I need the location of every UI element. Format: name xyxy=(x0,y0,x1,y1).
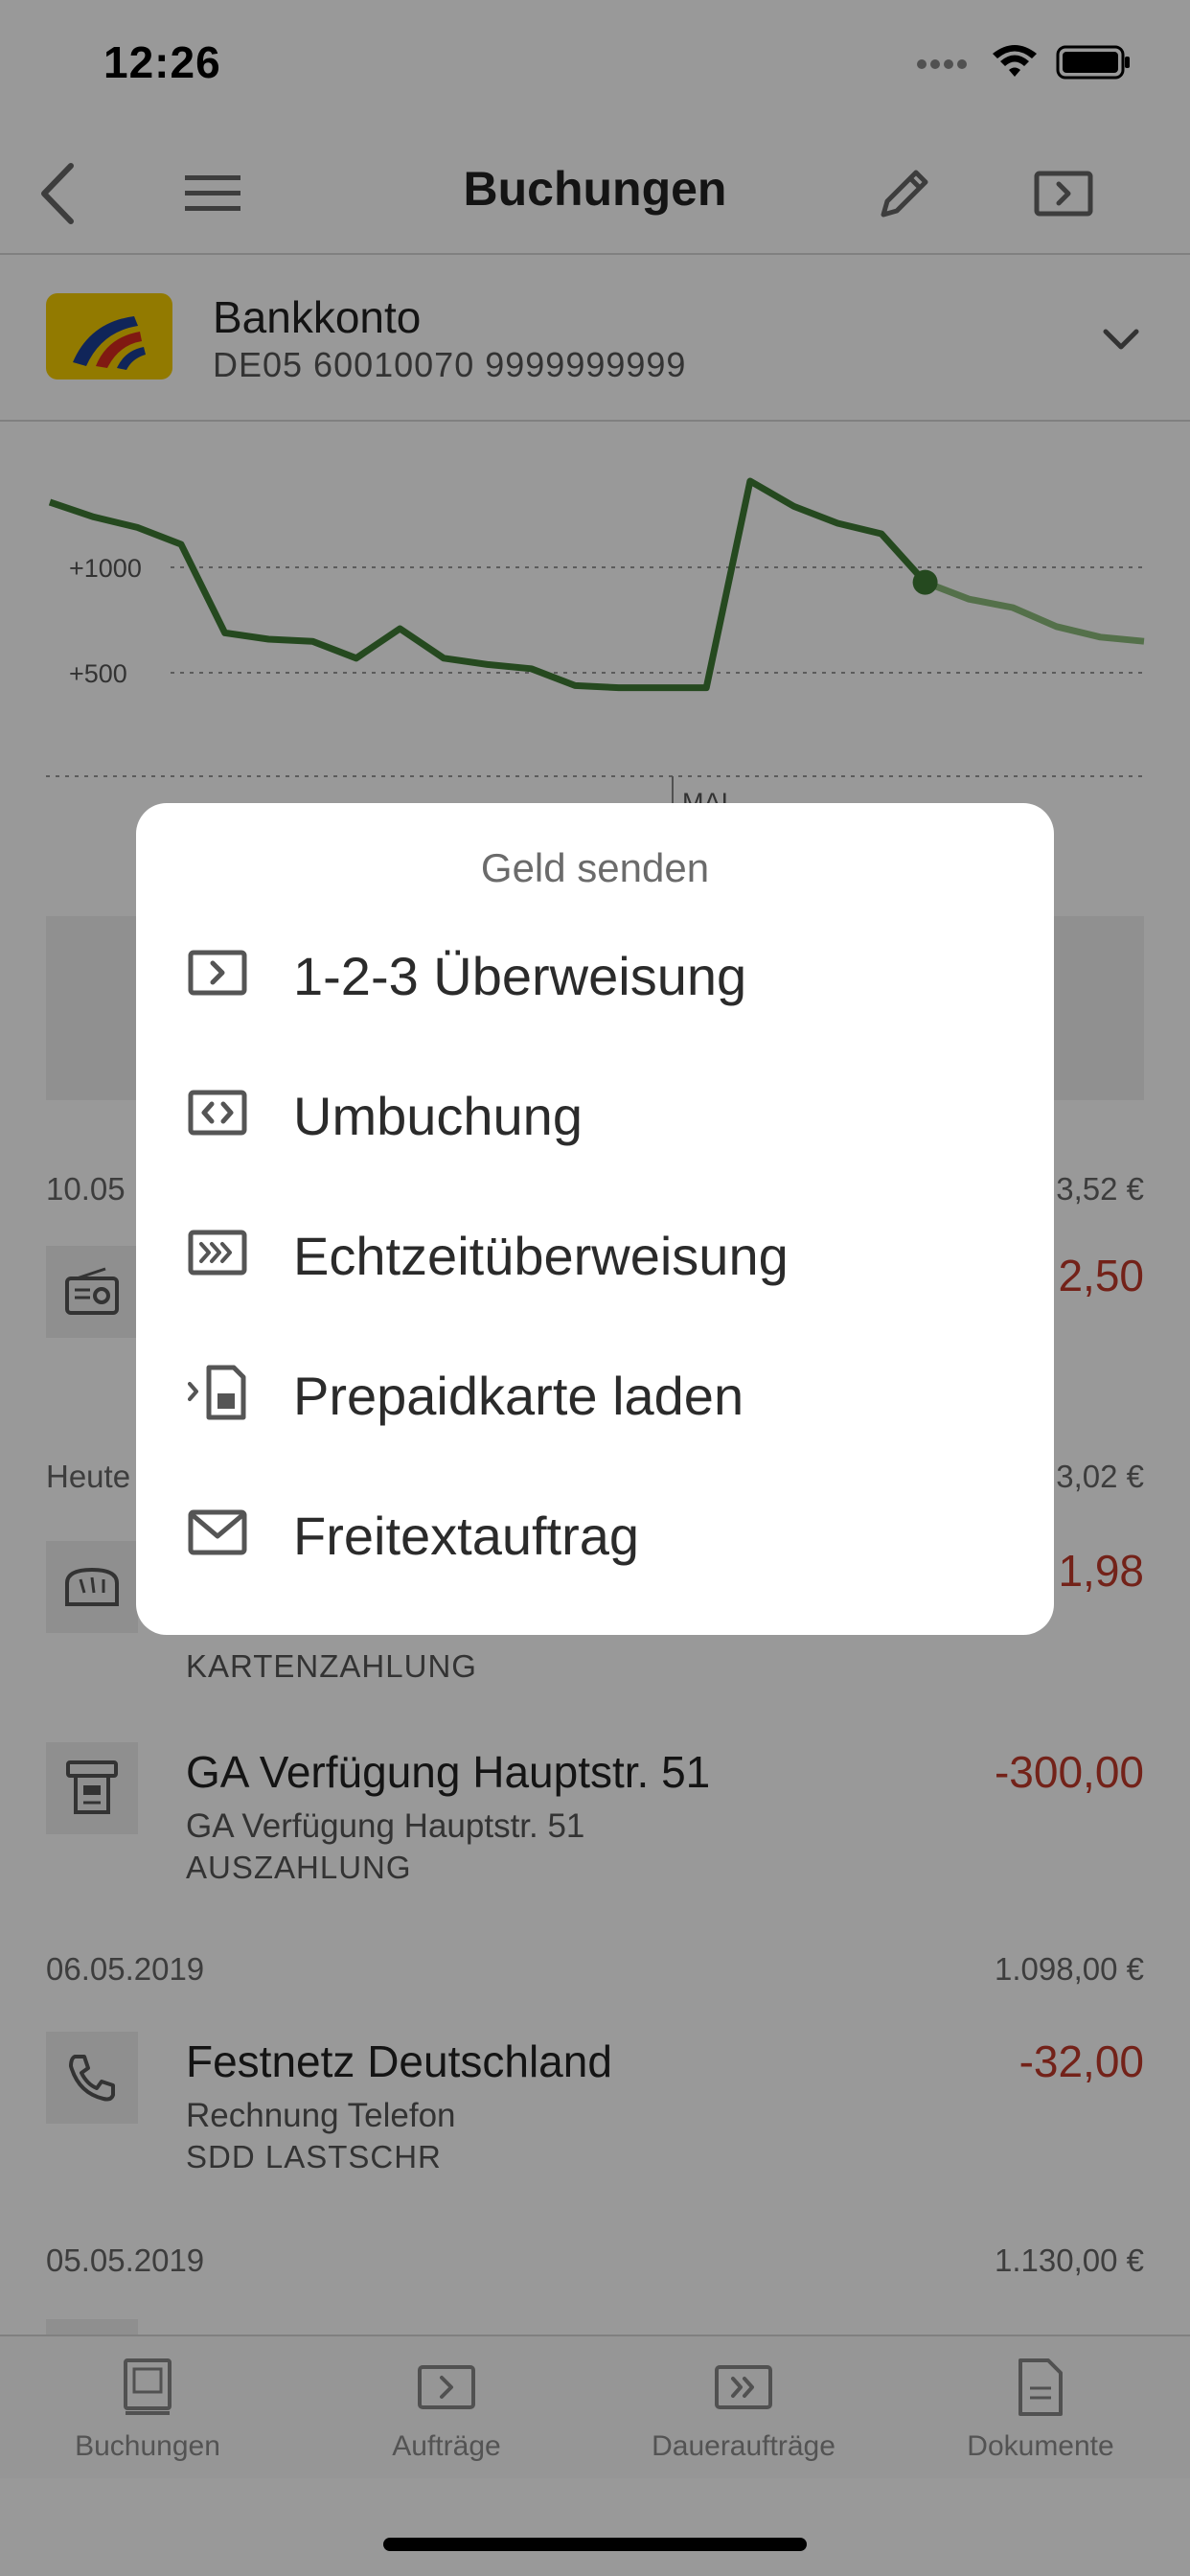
option-label: Freitextauftrag xyxy=(293,1506,640,1566)
option-rebooking[interactable]: Umbuchung xyxy=(136,1050,1054,1175)
sheet-title: Geld senden xyxy=(480,845,710,890)
sim-card-icon xyxy=(184,1359,251,1426)
option-label: Echtzeitüberweisung xyxy=(293,1226,789,1286)
transfer-icon xyxy=(184,939,251,1006)
option-free-text-order[interactable]: Freitextauftrag xyxy=(136,1470,1054,1595)
instant-transfer-icon xyxy=(184,1219,251,1286)
option-123-transfer[interactable]: 1-2-3 Überweisung xyxy=(136,910,1054,1035)
option-label: Prepaidkarte laden xyxy=(293,1366,744,1426)
option-instant-transfer[interactable]: Echtzeitüberweisung xyxy=(136,1190,1054,1315)
option-label: 1-2-3 Überweisung xyxy=(293,946,747,1006)
rebooking-icon xyxy=(184,1079,251,1146)
option-prepaid-card[interactable]: Prepaidkarte laden xyxy=(136,1330,1054,1455)
mail-icon xyxy=(184,1499,251,1566)
send-money-sheet: Geld senden 1-2-3 Überweisung Umbuchung … xyxy=(136,803,1054,1635)
option-label: Umbuchung xyxy=(293,1086,583,1146)
